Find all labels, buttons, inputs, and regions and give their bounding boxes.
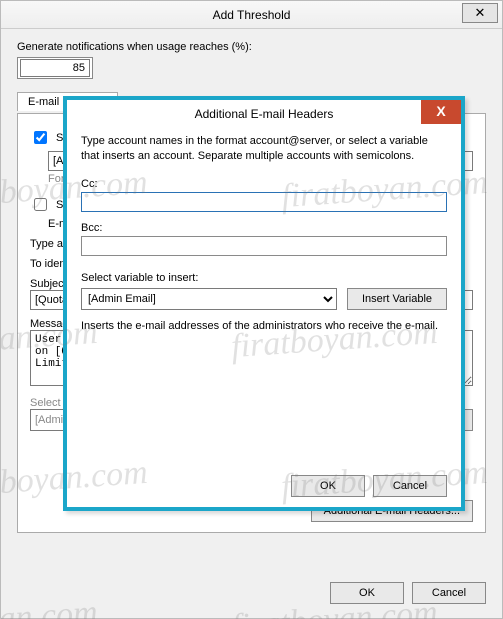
variable-select[interactable]: [Admin Email]: [81, 288, 337, 310]
generate-label: Generate notifications when usage reache…: [17, 41, 486, 53]
main-ok-button[interactable]: OK: [330, 582, 404, 604]
add-threshold-window: Add Threshold ✕ Generate notifications w…: [0, 0, 503, 619]
window-close-button[interactable]: ✕: [462, 3, 498, 23]
modal-ok-button[interactable]: OK: [291, 475, 365, 497]
modal-close-button[interactable]: X: [421, 100, 461, 124]
modal-cancel-button[interactable]: Cancel: [373, 475, 447, 497]
main-cancel-button[interactable]: Cancel: [412, 582, 486, 604]
modal-select-desc: Inserts the e-mail addresses of the admi…: [81, 320, 447, 332]
bcc-label: Bcc:: [81, 222, 447, 234]
close-icon: ✕: [475, 5, 486, 20]
percent-container: [17, 57, 93, 79]
cc-input[interactable]: [81, 192, 447, 212]
percent-input[interactable]: [20, 59, 90, 77]
chk-send-user[interactable]: [34, 198, 47, 211]
modal-select-label: Select variable to insert:: [81, 272, 447, 284]
modal-title-bar: Additional E-mail Headers X: [67, 100, 461, 128]
window-title: Add Threshold: [213, 8, 291, 22]
close-icon: X: [436, 103, 445, 119]
modal-title: Additional E-mail Headers: [195, 107, 334, 121]
modal-body: Type account names in the format account…: [67, 128, 461, 332]
additional-headers-dialog: Additional E-mail Headers X Type account…: [63, 96, 465, 511]
insert-variable-button[interactable]: Insert Variable: [347, 288, 447, 310]
title-bar: Add Threshold ✕: [1, 1, 502, 29]
chk-send-admin[interactable]: [34, 131, 47, 144]
bcc-input[interactable]: [81, 236, 447, 256]
cc-label: Cc:: [81, 178, 447, 190]
modal-instructions: Type account names in the format account…: [81, 134, 447, 164]
